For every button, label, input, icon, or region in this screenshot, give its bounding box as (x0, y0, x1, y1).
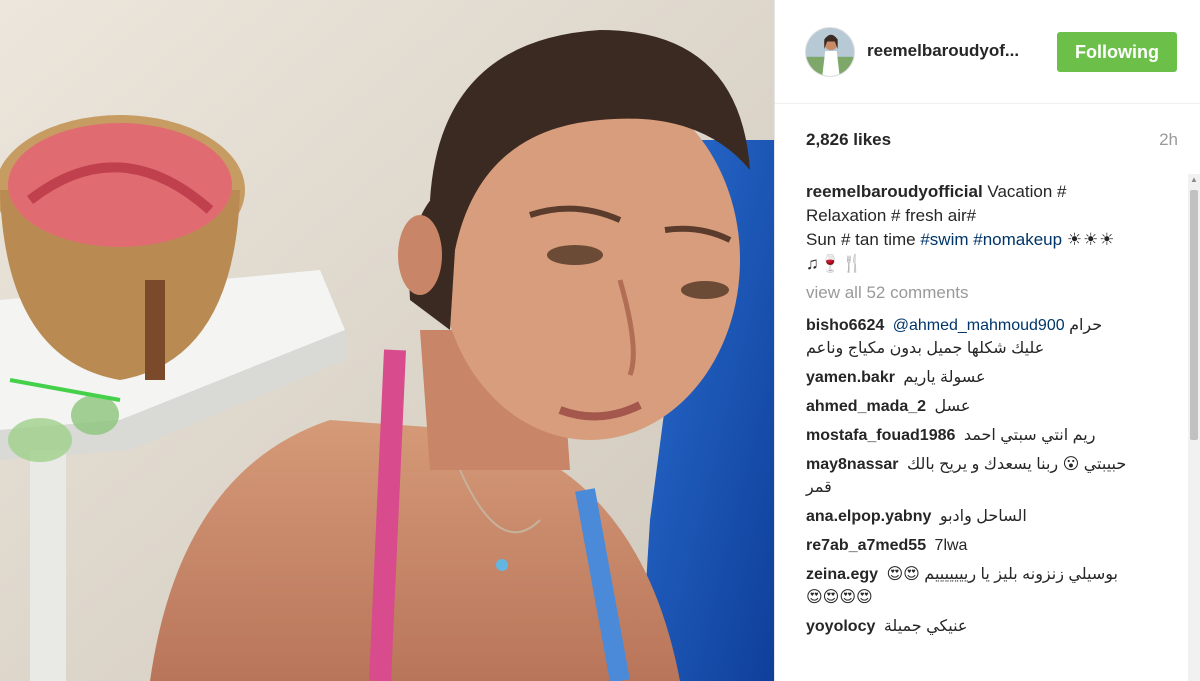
comment-item: yoyolocy عنيكي جميلة (806, 615, 1176, 638)
hashtag-swim[interactable]: #swim (920, 230, 968, 249)
comment-username[interactable]: re7ab_a7med55 (806, 537, 926, 554)
comment-text: عسولة ياريم (903, 369, 986, 386)
hashtag-nomakeup[interactable]: #nomakeup (973, 230, 1062, 249)
likes-row: 2,826 likes 2h (806, 130, 1178, 152)
comment-text: ريم انتي سبتي احمد (963, 427, 1096, 444)
comment-text: عنيكي جميلة (883, 618, 968, 635)
post-photo[interactable] (0, 0, 774, 681)
comments-scrollbar[interactable]: ▲ (1188, 174, 1200, 681)
caption-line-2: Relaxation # fresh air# (806, 206, 977, 225)
comment-text-continued: 😍😍😍😍 (806, 589, 873, 606)
comment-item: mostafa_fouad1986 ريم انتي سبتي احمد (806, 424, 1176, 447)
comment-username[interactable]: yoyolocy (806, 618, 875, 635)
caption-emoji-2: ♫🍷🍴 (806, 254, 865, 273)
comment-text-continued: عليك شكلها جميل بدون مكياج وناعم (806, 340, 1045, 357)
comment-item: bisho6624 @ahmed_mahmoud900 حرام عليك شك… (806, 314, 1176, 360)
comment-username[interactable]: ana.elpop.yabny (806, 508, 931, 525)
caption-line-1: reemelbaroudyofficial Vacation # (806, 180, 1156, 204)
post-timestamp[interactable]: 2h (1159, 130, 1178, 150)
beach-selfie-image (0, 0, 774, 681)
view-all-comments-link[interactable]: view all 52 comments (806, 283, 969, 303)
header-username[interactable]: reemelbaroudyof... (867, 41, 1037, 61)
comment-item: yamen.bakr عسولة ياريم (806, 366, 1176, 389)
post-caption: reemelbaroudyofficial Vacation # Relaxat… (806, 180, 1156, 276)
comment-username[interactable]: mostafa_fouad1986 (806, 427, 955, 444)
comment-username[interactable]: bisho6624 (806, 317, 884, 334)
following-button[interactable]: Following (1057, 32, 1177, 72)
comment-text: حرام (1069, 317, 1103, 334)
avatar[interactable] (805, 27, 855, 77)
comment-text-continued: قمر (806, 479, 832, 496)
comment-username[interactable]: yamen.bakr (806, 369, 895, 386)
scrollbar-thumb[interactable] (1190, 190, 1198, 440)
caption-emoji-1: ☀☀☀ (1066, 230, 1116, 249)
comment-mention[interactable]: @ahmed_mahmoud900 (893, 317, 1065, 334)
caption-text-1: Vacation # (982, 182, 1067, 201)
comment-text: حبيبتي 😮 ربنا يسعدك و يريح بالك (906, 456, 1127, 473)
comment-item: zeina.egy بوسيلي زنزونه بليز يا رييييييي… (806, 563, 1176, 609)
comment-item: re7ab_a7med55 7lwa (806, 534, 1176, 557)
scroll-up-icon[interactable]: ▲ (1188, 174, 1200, 186)
avatar-image (806, 28, 854, 76)
comment-text: بوسيلي زنزونه بليز يا ريييييييم 😍😍 (886, 566, 1118, 583)
caption-text-3: Sun # tan time (806, 230, 921, 249)
comment-text: عسل (934, 398, 971, 415)
comment-item: ahmed_mada_2 عسل (806, 395, 1176, 418)
comment-username[interactable]: ahmed_mada_2 (806, 398, 926, 415)
comment-username[interactable]: may8nassar (806, 456, 899, 473)
caption-username[interactable]: reemelbaroudyofficial (806, 182, 983, 201)
comment-item: may8nassar حبيبتي 😮 ربنا يسعدك و يريح با… (806, 453, 1176, 499)
comment-username[interactable]: zeina.egy (806, 566, 878, 583)
comment-text: الساحل وادبو (939, 508, 1027, 525)
comment-item: ana.elpop.yabny الساحل وادبو (806, 505, 1176, 528)
comments-list: bisho6624 @ahmed_mahmoud900 حرام عليك شك… (806, 314, 1176, 644)
likes-count[interactable]: 2,826 likes (806, 130, 891, 150)
comment-text: 7lwa (934, 537, 968, 554)
caption-line-3: Sun # tan time #swim #nomakeup ☀☀☀ (806, 228, 1156, 252)
post-header: reemelbaroudyof... Following (775, 0, 1200, 104)
